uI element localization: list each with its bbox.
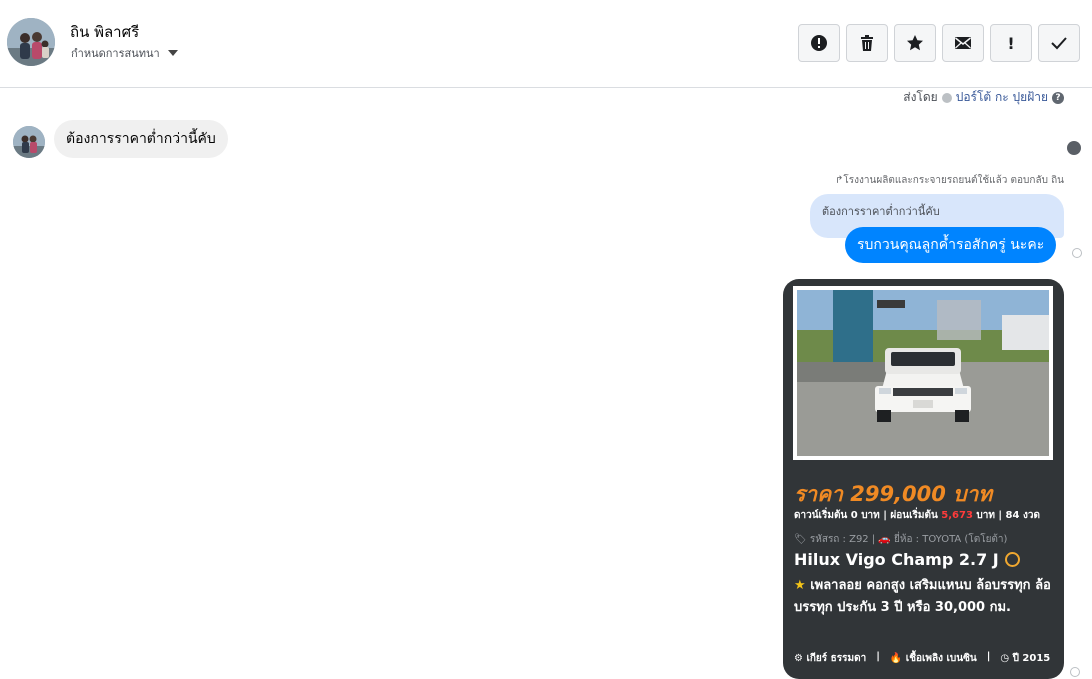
chevron-down-icon [167, 50, 178, 56]
envelope-icon [955, 37, 971, 49]
delete-button[interactable] [846, 24, 888, 62]
mark-unread-button[interactable] [942, 24, 984, 62]
spec-separator: | [986, 651, 991, 662]
star-button[interactable] [894, 24, 936, 62]
conversation-settings[interactable]: กำหนดการสนทนา [71, 44, 178, 62]
car-photo-frame [793, 286, 1053, 460]
spec-year: ◷ ปี 2015 [1000, 653, 1051, 664]
car-codes: 🏷 รหัสรถ : Z92 | 🚗 ยี่ห้อ : TOYOTA (โตโย… [794, 534, 1008, 545]
star-icon [907, 35, 923, 51]
finance-terms: ดาวน์เริ่มต้น 0 บาท | ผ่อนเริ่มต้น 5,673… [794, 508, 1040, 523]
conversation-header: ถิน พิลาศรี กำหนดการสนทนา ! [0, 0, 1092, 88]
finance-terms-suffix: บาท | 84 งวด [976, 510, 1040, 521]
exclamation-icon: ! [1007, 33, 1015, 53]
contact-avatar[interactable] [7, 18, 55, 66]
done-button[interactable] [1038, 24, 1080, 62]
spec-fuel: 🔥 เชื้อเพลิง เบนซิน [889, 653, 977, 664]
car-model-label: Hilux Vigo Champ 2.7 J [794, 550, 999, 569]
outgoing-message-bubble[interactable]: รบกวนคุณลูกค้ำรอสักครู่ นะคะ [845, 227, 1057, 263]
delivered-check-icon [1072, 248, 1082, 258]
monthly-payment: 5,673 [941, 510, 973, 521]
help-icon[interactable]: ? [1052, 91, 1064, 104]
spec-separator: | [876, 651, 880, 662]
car-description: ★ เพลาลอย คอกสูง เสริมแหนบ ล้อบรรทุก ล้อ… [794, 575, 1056, 619]
car-price: ราคา 299,000 บาท [794, 482, 993, 506]
finance-terms-prefix: ดาวน์เริ่มต้น 0 บาท | ผ่อนเริ่มต้น [794, 510, 938, 521]
delivered-check-icon [1070, 667, 1080, 677]
check-icon [1051, 37, 1067, 50]
report-button[interactable] [798, 24, 840, 62]
incoming-message-bubble[interactable]: ต้องการราคาต่ำกว่านี้คับ [54, 120, 228, 158]
seen-avatar [1067, 141, 1081, 155]
important-button[interactable]: ! [990, 24, 1032, 62]
car-specs: ⚙ เกียร์ ธรรมดา | 🔥 เชื้อเพลิง เบนซิน | … [794, 651, 1050, 666]
sent-by-author[interactable]: ปอร์โต้ กะ ปุยฝ้าย [956, 88, 1048, 107]
alert-circle-icon [811, 35, 827, 51]
sent-by-line: ส่งโดย ปอร์โต้ กะ ปุยฝ้าย ? [903, 88, 1064, 107]
verified-icon [1004, 552, 1020, 567]
contact-name[interactable]: ถิน พิลาศรี [70, 20, 139, 44]
conversation-settings-label: กำหนดการสนทนา [71, 47, 160, 60]
star-icon: ★ [794, 578, 806, 593]
spec-gear: ⚙ เกียร์ ธรรมดา [794, 653, 867, 664]
reply-meta: ↱โรงงานผลิตและกระจายรถยนต์ใช้แล้ว ตอบกลั… [835, 175, 1064, 186]
page-badge-icon [941, 92, 952, 103]
car-listing-card[interactable]: ราคา 299,000 บาท ดาวน์เริ่มต้น 0 บาท | ผ… [783, 279, 1064, 679]
sent-by-label: ส่งโดย [903, 90, 938, 104]
car-photo[interactable] [797, 290, 1049, 456]
sender-avatar[interactable] [13, 126, 45, 158]
trash-icon [861, 35, 873, 51]
car-description-text: เพลาลอย คอกสูง เสริมแหนบ ล้อบรรทุก ล้อบร… [794, 578, 1051, 615]
car-model: Hilux Vigo Champ 2.7 J [794, 550, 1020, 569]
